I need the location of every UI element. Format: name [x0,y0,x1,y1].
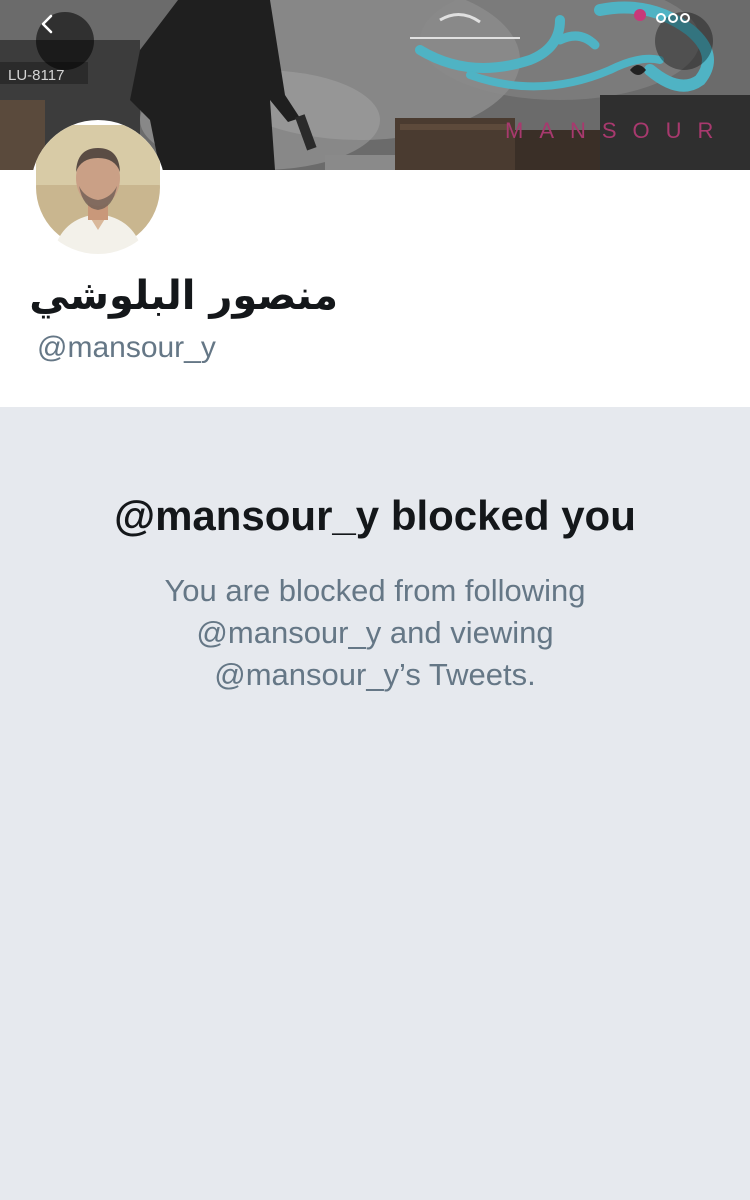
svg-text:LU-8117: LU-8117 [8,67,64,84]
back-button[interactable] [36,12,94,70]
display-name: منصور البلوشي [29,273,338,319]
blocked-description-line: @mansour_y’s Tweets. [214,657,536,692]
more-dots-icon [656,13,690,23]
blocked-description-line: @mansour_y and viewing [196,615,554,650]
blocked-title: @mansour_y blocked you [114,492,636,539]
blocked-description-line: You are blocked from following [164,573,586,608]
blocked-description: You are blocked from following @mansour_… [75,570,675,696]
avatar[interactable] [31,120,165,254]
more-options-button[interactable] [655,12,713,70]
chevron-left-icon [41,14,53,34]
avatar-image [36,125,160,254]
user-handle: @mansour_y [37,331,216,364]
banner-brand-text: MANSOUR [505,118,730,143]
